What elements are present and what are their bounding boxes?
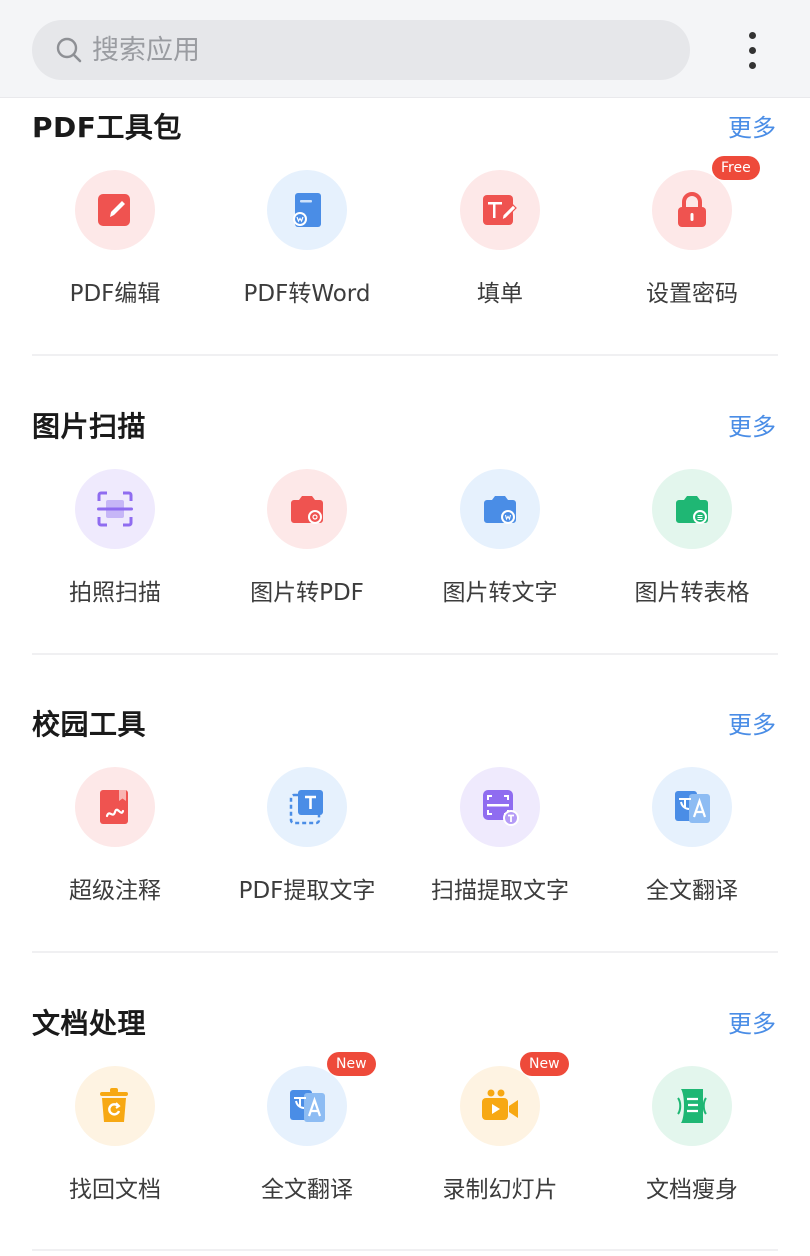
camera-pdf-icon xyxy=(291,496,323,524)
tool-label: 全文翻译 xyxy=(261,1177,353,1203)
lock-icon xyxy=(678,192,706,227)
camera-text-icon xyxy=(484,496,516,524)
section-more-link[interactable]: 更多 xyxy=(728,407,776,442)
tool-fill-form[interactable]: 填单 xyxy=(410,170,590,320)
camera-table-icon xyxy=(676,496,708,524)
tool-label: 拍照扫描 xyxy=(69,580,161,606)
tool-recover-document[interactable]: 找回文档 xyxy=(25,1066,205,1216)
tool-label: 设置密码 xyxy=(646,281,738,307)
more-menu-button[interactable] xyxy=(738,28,768,72)
search-icon xyxy=(56,37,82,63)
pdf-to-word-icon xyxy=(293,193,321,227)
scan-extract-text-icon xyxy=(483,790,519,826)
section-divider xyxy=(32,951,778,953)
tool-compress-document[interactable]: 文档瘦身 xyxy=(602,1066,782,1216)
tool-label: 全文翻译 xyxy=(646,878,738,904)
tool-image-to-table[interactable]: 图片转表格 xyxy=(602,469,782,619)
section-divider xyxy=(32,354,778,356)
tool-record-slides[interactable]: New 录制幻灯片 xyxy=(410,1052,590,1216)
tool-label: 超级注释 xyxy=(69,878,161,904)
tool-label: 图片转PDF xyxy=(250,580,364,606)
free-badge: Free xyxy=(712,156,760,180)
section-more-link[interactable]: 更多 xyxy=(728,108,776,143)
new-badge: New xyxy=(520,1052,569,1076)
more-dot-icon xyxy=(749,62,756,69)
search-bar[interactable] xyxy=(32,20,690,80)
tool-full-translate-new[interactable]: New 全文翻译 xyxy=(217,1052,397,1216)
tool-photo-scan[interactable]: 拍照扫描 xyxy=(25,469,205,619)
translate-icon xyxy=(290,1090,325,1122)
tool-set-password[interactable]: Free 设置密码 xyxy=(602,156,782,320)
pdf-extract-text-icon xyxy=(289,790,323,825)
tool-pdf-edit[interactable]: PDF编辑 xyxy=(25,170,205,320)
tool-pdf-extract-text[interactable]: PDF提取文字 xyxy=(217,767,397,917)
section-title: PDF工具包 xyxy=(32,111,182,144)
tool-label: 图片转表格 xyxy=(634,580,750,606)
tool-label: PDF转Word xyxy=(243,281,371,307)
tool-label: 录制幻灯片 xyxy=(442,1177,558,1203)
section-title: 校园工具 xyxy=(32,708,147,741)
recover-document-icon xyxy=(100,1088,128,1122)
tool-label: 图片转文字 xyxy=(442,580,558,606)
pdf-edit-icon xyxy=(98,194,130,226)
tool-full-translate[interactable]: 全文翻译 xyxy=(602,767,782,917)
search-input[interactable] xyxy=(92,20,652,80)
tool-pdf-to-word[interactable]: PDF转Word xyxy=(217,170,397,320)
section-more-link[interactable]: 更多 xyxy=(728,705,776,740)
tool-super-annotate[interactable]: 超级注释 xyxy=(25,767,205,917)
tool-scan-extract-text[interactable]: 扫描提取文字 xyxy=(410,767,590,917)
annotate-icon xyxy=(100,790,128,824)
translate-icon xyxy=(675,791,710,823)
section-divider xyxy=(32,653,778,655)
more-dot-icon xyxy=(749,47,756,54)
section-title: 图片扫描 xyxy=(32,410,147,443)
fill-form-icon xyxy=(483,195,517,225)
record-video-icon xyxy=(482,1089,518,1120)
tool-image-to-text[interactable]: 图片转文字 xyxy=(410,469,590,619)
compress-document-icon xyxy=(677,1089,707,1123)
tool-label: 扫描提取文字 xyxy=(431,878,569,904)
tool-label: 填单 xyxy=(477,281,523,307)
new-badge: New xyxy=(327,1052,376,1076)
section-divider xyxy=(32,1249,778,1251)
section-more-link[interactable]: 更多 xyxy=(728,1004,776,1039)
tool-label: PDF编辑 xyxy=(69,281,161,307)
tool-image-to-pdf[interactable]: 图片转PDF xyxy=(217,469,397,619)
scan-icon xyxy=(97,491,133,527)
more-dot-icon xyxy=(749,32,756,39)
section-title: 文档处理 xyxy=(32,1007,147,1040)
tool-label: 文档瘦身 xyxy=(646,1177,738,1203)
tool-label: PDF提取文字 xyxy=(238,878,376,904)
tool-label: 找回文档 xyxy=(69,1177,161,1203)
top-bar xyxy=(0,0,810,98)
